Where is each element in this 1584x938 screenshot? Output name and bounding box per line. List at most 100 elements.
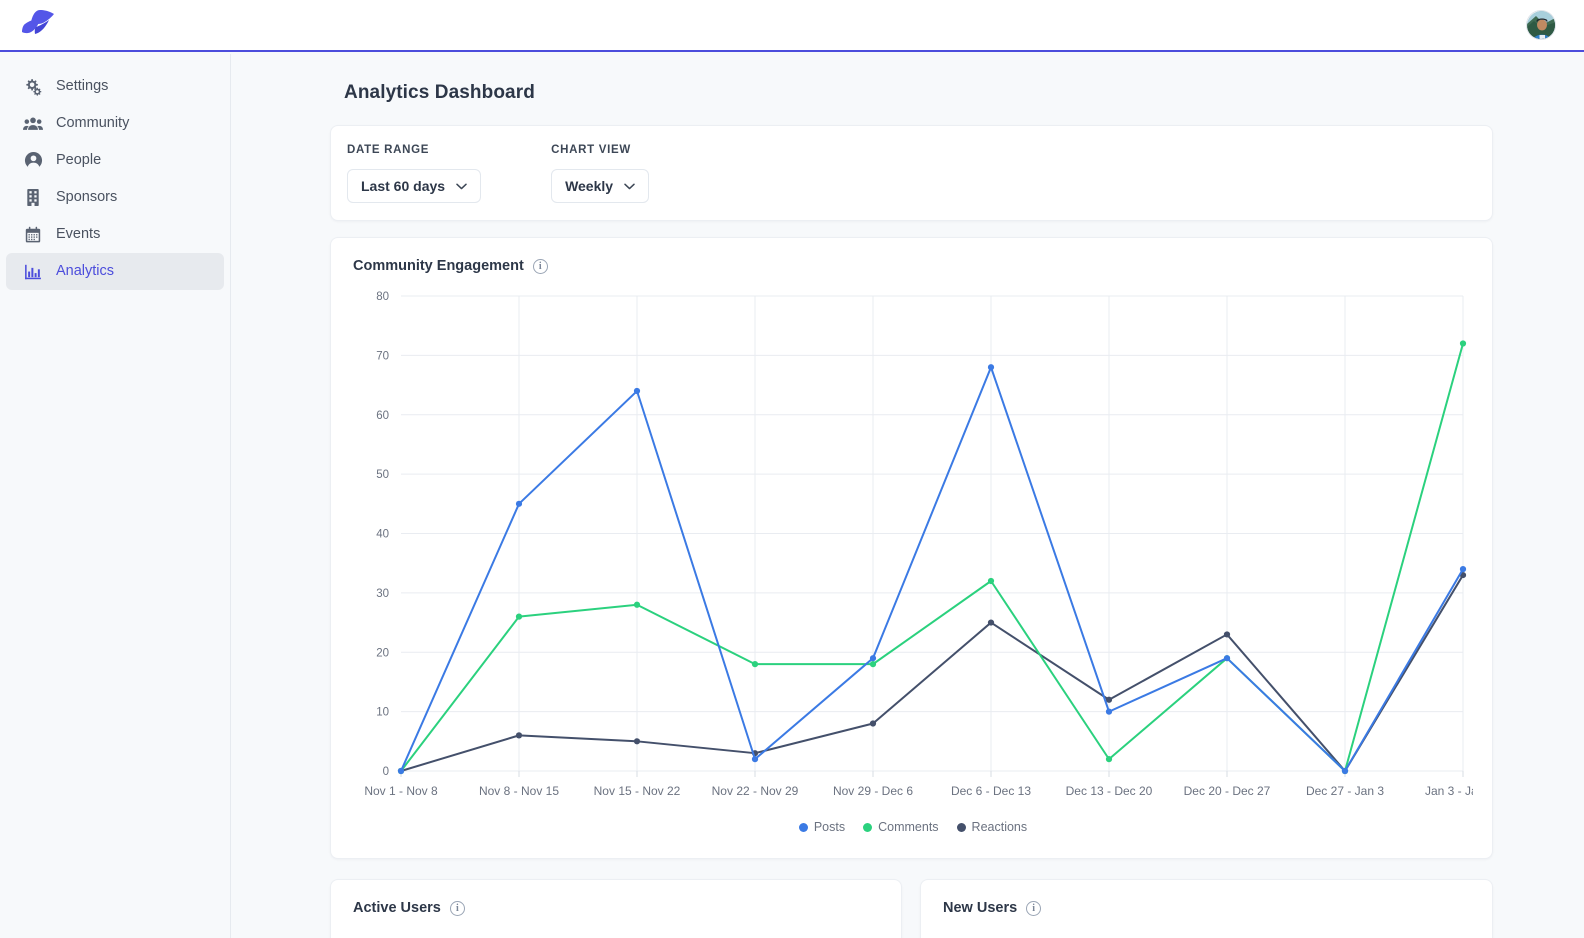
legend-label: Comments xyxy=(878,820,939,834)
legend-item-reactions[interactable]: Reactions xyxy=(956,820,1028,834)
sidebar-item-settings[interactable]: Settings xyxy=(6,68,224,105)
active-users-card: Active Users i xyxy=(330,879,902,938)
x-axis-tick-label: Nov 22 - Nov 29 xyxy=(712,784,799,798)
community-engagement-card: Community Engagement i 0 10 20 30 40 50 60 70 80… xyxy=(330,237,1501,859)
data-point[interactable] xyxy=(515,500,523,507)
info-icon[interactable]: i xyxy=(1026,900,1042,916)
bottom-cards-row: Active Users i New Users i xyxy=(330,879,1493,938)
community-engagement-title-row: Community Engagement i xyxy=(353,258,1492,274)
sidebar-item-label: People xyxy=(56,152,102,169)
legend-label: Posts xyxy=(813,820,846,834)
y-axis-tick-label: 70 xyxy=(376,350,389,362)
data-point[interactable] xyxy=(633,387,641,395)
data-point[interactable] xyxy=(515,613,523,620)
sidebar-item-label: Events xyxy=(56,226,101,243)
app-logo-icon[interactable] xyxy=(20,8,56,43)
x-axis-tick-label: Nov 15 - Nov 22 xyxy=(594,784,681,798)
info-icon[interactable]: i xyxy=(532,258,548,274)
y-axis-tick-label: 40 xyxy=(376,529,389,541)
chart-view-value: Weekly xyxy=(565,178,614,194)
y-axis-tick-label: 10 xyxy=(376,707,389,719)
x-axis-tick-label: Dec 13 - Dec 20 xyxy=(1066,784,1153,798)
data-point[interactable] xyxy=(1223,655,1231,662)
data-point[interactable] xyxy=(869,720,877,727)
legend-item-comments[interactable]: Comments xyxy=(863,820,939,834)
data-point[interactable] xyxy=(869,661,877,668)
x-axis-tick-label: Dec 6 - Dec 13 xyxy=(951,784,1031,798)
data-point[interactable] xyxy=(1341,767,1349,775)
data-point[interactable] xyxy=(1459,340,1467,347)
data-point[interactable] xyxy=(1223,631,1231,638)
data-point[interactable] xyxy=(515,732,523,739)
legend-swatch xyxy=(863,822,873,832)
data-point[interactable] xyxy=(1105,756,1113,763)
x-axis-tick-label: Nov 8 - Nov 15 xyxy=(479,784,559,798)
card-title-text: Active Users xyxy=(353,900,441,916)
user-circle-icon xyxy=(22,151,44,171)
top-bar xyxy=(0,0,1584,52)
data-point[interactable] xyxy=(633,601,641,608)
filters-row: DATE RANGE Last 60 days CHART VIEW Weekl… xyxy=(347,144,1492,203)
logo-wrap[interactable] xyxy=(20,8,56,43)
date-range-label: DATE RANGE xyxy=(347,144,430,156)
data-point[interactable] xyxy=(633,738,641,745)
card-title-text: New Users xyxy=(943,900,1018,916)
data-point[interactable] xyxy=(987,577,995,585)
x-axis-tick-label: Jan 3 - Jan 10 xyxy=(1425,784,1473,798)
sidebar-item-label: Sponsors xyxy=(56,189,118,206)
page-title: Analytics Dashboard xyxy=(344,82,535,103)
data-point[interactable] xyxy=(751,661,759,668)
data-point[interactable] xyxy=(1105,696,1113,703)
date-range-dropdown[interactable]: Last 60 days xyxy=(347,169,482,203)
data-point[interactable] xyxy=(397,767,405,775)
card-title-text: Community Engagement xyxy=(353,258,524,274)
data-point[interactable] xyxy=(751,756,759,763)
y-axis-tick-label: 20 xyxy=(376,647,389,659)
series-line-comments xyxy=(400,342,1464,772)
sidebar-item-events[interactable]: Events xyxy=(6,216,224,253)
sidebar-item-label: Settings xyxy=(56,78,109,95)
data-point[interactable] xyxy=(869,655,877,662)
data-point[interactable] xyxy=(1459,566,1467,573)
y-axis-tick-label: 30 xyxy=(376,588,389,600)
avatar[interactable] xyxy=(1526,10,1556,40)
data-point[interactable] xyxy=(1105,708,1113,715)
x-axis-tick-label: Dec 27 - Jan 3 xyxy=(1306,784,1384,798)
y-axis-tick-label: 60 xyxy=(376,410,389,422)
legend-item-posts[interactable]: Posts xyxy=(798,820,846,834)
date-range-value: Last 60 days xyxy=(361,178,446,194)
chart-view-dropdown[interactable]: Weekly xyxy=(551,169,650,203)
sidebar-item-community[interactable]: Community xyxy=(6,105,224,142)
sidebar-item-people[interactable]: People xyxy=(6,142,224,179)
filters-card: DATE RANGE Last 60 days CHART VIEW Weekl… xyxy=(330,125,1493,221)
gears-icon xyxy=(22,77,44,97)
x-axis-tick-label: Dec 20 - Dec 27 xyxy=(1184,784,1271,798)
sidebar-item-analytics[interactable]: Analytics xyxy=(6,253,224,290)
sidebar-item-label: Community xyxy=(56,115,130,132)
people-group-icon xyxy=(22,114,44,134)
sidebar-item-sponsors[interactable]: Sponsors xyxy=(6,179,224,216)
calendar-icon xyxy=(22,225,44,245)
y-axis-tick-label: 0 xyxy=(383,766,389,778)
bar-chart-icon xyxy=(22,262,44,282)
engagement-chart: 0 10 20 30 40 50 60 70 80 Nov 1 - Nov 8 Nov 8 - No… xyxy=(353,286,1501,816)
avatar-wrap[interactable] xyxy=(1526,10,1556,40)
sidebar-item-label: Analytics xyxy=(56,263,115,280)
chart-svg: 0 10 20 30 40 50 60 70 80 Nov 1 - Nov 8 Nov 8 - No… xyxy=(364,291,1501,798)
legend-label: Reactions xyxy=(971,820,1028,834)
x-axis-tick-label: Nov 1 - Nov 8 xyxy=(364,784,438,798)
chart-legend: Posts Comments Reactions xyxy=(353,820,1473,834)
sidebar: Settings Community People Sponsors Event… xyxy=(0,54,231,938)
new-users-card: New Users i xyxy=(920,879,1493,938)
y-axis-tick-label: 80 xyxy=(376,291,389,303)
building-icon xyxy=(22,188,44,208)
legend-swatch xyxy=(798,822,808,832)
chart-view-filter: CHART VIEW Weekly xyxy=(551,144,650,203)
legend-swatch xyxy=(956,822,966,832)
date-range-filter: DATE RANGE Last 60 days xyxy=(347,144,482,203)
chevron-down-icon xyxy=(456,183,467,190)
data-point[interactable] xyxy=(987,364,995,371)
data-point[interactable] xyxy=(987,619,995,626)
info-icon[interactable]: i xyxy=(449,900,465,916)
main-content: Analytics Dashboard DATE RANGE Last 60 d… xyxy=(231,54,1584,938)
